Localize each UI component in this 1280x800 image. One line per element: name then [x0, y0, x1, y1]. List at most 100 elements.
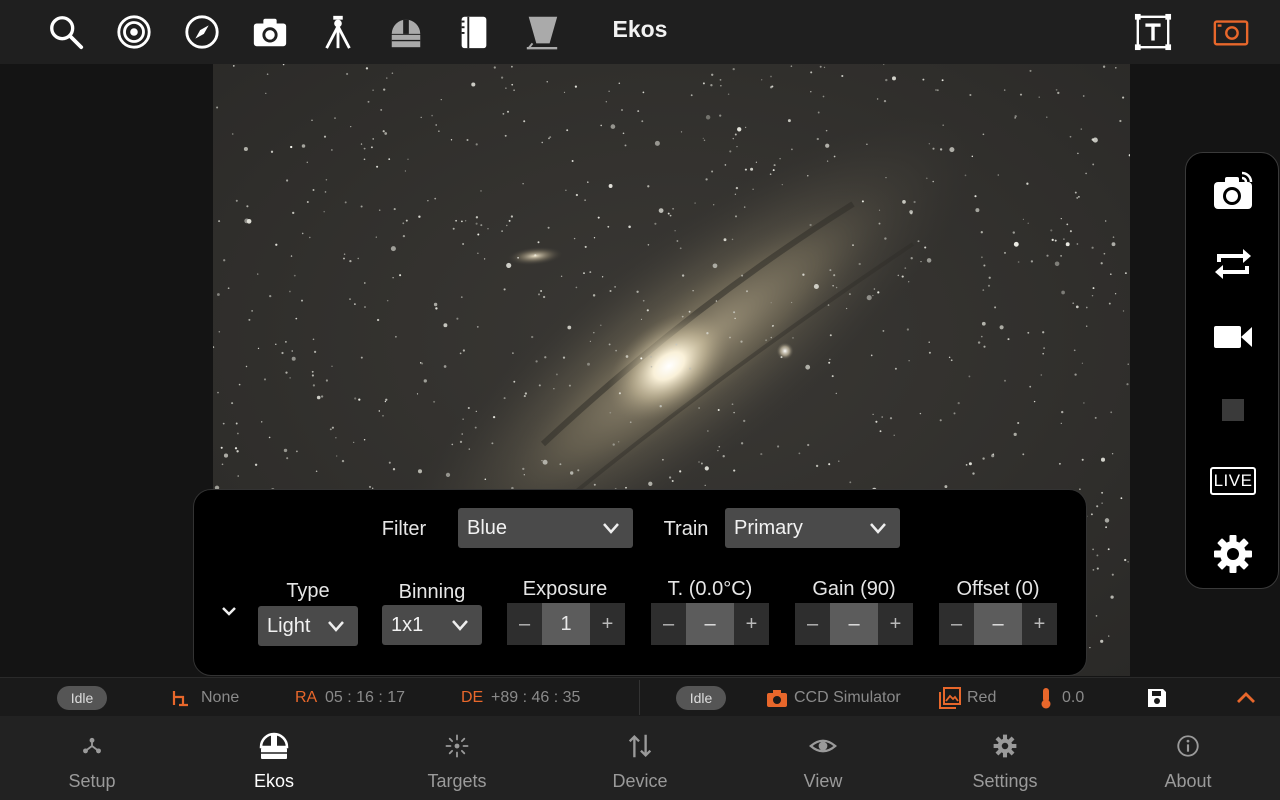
- offset-stepper: – – +: [939, 603, 1057, 645]
- type-value: Light: [267, 614, 311, 637]
- mount-status-badge: Idle: [57, 686, 107, 710]
- nav-targets[interactable]: Targets: [366, 716, 548, 800]
- gain-decrement-button[interactable]: –: [795, 603, 830, 645]
- temperature-value[interactable]: –: [686, 603, 734, 645]
- collapse-panel-button[interactable]: [216, 598, 242, 624]
- de-label: DE: [461, 689, 484, 706]
- target-icon[interactable]: [112, 10, 156, 54]
- nav-device-label: Device: [612, 771, 668, 791]
- nav-view[interactable]: View: [732, 716, 914, 800]
- filter-name: Red: [967, 689, 997, 706]
- train-select[interactable]: Primary: [725, 508, 900, 548]
- nav-setup-label: Setup: [68, 771, 116, 791]
- filter-label: Filter: [381, 518, 427, 540]
- gain-increment-button[interactable]: +: [878, 603, 913, 645]
- nav-ekos-label: Ekos: [253, 771, 295, 791]
- de-value: +89 : 46 : 35: [491, 689, 581, 706]
- notebook-icon[interactable]: [452, 10, 496, 54]
- stop-icon[interactable]: [1208, 385, 1258, 435]
- filter-value: Blue: [467, 516, 508, 539]
- filter-wheel-icon: [939, 687, 961, 709]
- temperature-label: T. (0.0°C): [667, 578, 753, 600]
- binning-select[interactable]: 1x1: [382, 605, 482, 645]
- nav-device[interactable]: Device: [549, 716, 731, 800]
- offset-decrement-button[interactable]: –: [939, 603, 974, 645]
- ra-value: 05 : 16 : 17: [325, 689, 406, 706]
- capture-toolbar: LIVE: [1185, 152, 1279, 589]
- binning-label: Binning: [398, 581, 466, 603]
- camera-icon: [767, 690, 787, 707]
- search-icon[interactable]: [44, 10, 88, 54]
- temperature-stepper: – – +: [651, 603, 769, 645]
- nav-ekos[interactable]: Ekos: [183, 716, 365, 800]
- gear-icon: [993, 734, 1017, 758]
- loop-icon[interactable]: [1208, 239, 1258, 289]
- nav-about-label: About: [1164, 771, 1212, 791]
- compass-icon[interactable]: [180, 10, 224, 54]
- temperature-value: 0.0: [1062, 689, 1085, 706]
- offset-increment-button[interactable]: +: [1022, 603, 1057, 645]
- chevron-down-icon: [870, 523, 886, 534]
- chevron-down-icon: [328, 621, 344, 632]
- ra-label: RA: [295, 689, 318, 706]
- nav-about[interactable]: About: [1097, 716, 1279, 800]
- filter-select[interactable]: Blue: [458, 508, 633, 548]
- nav-setup[interactable]: Setup: [1, 716, 183, 800]
- setup-icon: [83, 737, 101, 754]
- camera-name: CCD Simulator: [794, 689, 901, 706]
- gain-stepper: – – +: [795, 603, 913, 645]
- settings-icon[interactable]: [1208, 529, 1258, 579]
- binning-value: 1x1: [391, 613, 424, 636]
- camera-status-badge: Idle: [676, 686, 726, 710]
- chevron-down-icon: [222, 607, 236, 616]
- live-icon[interactable]: LIVE: [1208, 456, 1258, 506]
- dome-icon[interactable]: [384, 10, 428, 54]
- camera-icon[interactable]: [248, 10, 292, 54]
- exposure-increment-button[interactable]: +: [590, 603, 625, 645]
- save-icon[interactable]: [1146, 687, 1168, 709]
- dome-icon: [259, 732, 289, 759]
- status-bar: Idle None RA 05 : 16 : 17 DE +89 : 46 : …: [0, 677, 1280, 716]
- thermometer-icon: [1041, 688, 1051, 709]
- ekos-app: Ekos LIVE Filter Blue Train Primary Type…: [0, 0, 1280, 800]
- transfer-icon: [628, 734, 652, 758]
- targets-icon: [445, 734, 469, 758]
- page-title: Ekos: [612, 16, 668, 42]
- nav-view-label: View: [803, 771, 843, 791]
- exposure-decrement-button[interactable]: –: [507, 603, 542, 645]
- capture-settings-panel: Filter Blue Train Primary Type Light Bin…: [193, 489, 1087, 676]
- text-box-icon[interactable]: [1131, 10, 1175, 54]
- nav-targets-label: Targets: [427, 771, 487, 791]
- exposure-value[interactable]: 1: [542, 603, 590, 645]
- offset-label: Offset (0): [956, 578, 1040, 600]
- type-select[interactable]: Light: [258, 606, 358, 646]
- temperature-increment-button[interactable]: +: [734, 603, 769, 645]
- camera-frame-icon[interactable]: [1209, 10, 1253, 54]
- gain-value[interactable]: –: [830, 603, 878, 645]
- chevron-down-icon: [603, 523, 619, 534]
- exposure-stepper: – 1 +: [507, 603, 625, 645]
- video-icon[interactable]: [1208, 312, 1258, 362]
- live-button: LIVE: [1210, 467, 1256, 495]
- tripod-icon[interactable]: [316, 10, 360, 54]
- type-label: Type: [286, 580, 330, 602]
- status-divider: [639, 680, 640, 715]
- offset-value[interactable]: –: [974, 603, 1022, 645]
- chevron-up-icon[interactable]: [1235, 687, 1257, 709]
- pier-side-icon: [172, 691, 188, 707]
- info-icon: [1177, 735, 1199, 757]
- pier-side-value: None: [201, 689, 240, 706]
- flat-panel-icon[interactable]: [520, 10, 564, 54]
- bottom-navigation: Setup Ekos Targets Device View Settings …: [0, 716, 1280, 800]
- train-value: Primary: [734, 516, 803, 539]
- chevron-down-icon: [452, 620, 468, 631]
- train-label: Train: [663, 518, 709, 540]
- temperature-decrement-button[interactable]: –: [651, 603, 686, 645]
- capture-icon[interactable]: [1208, 166, 1258, 216]
- nav-settings-label: Settings: [972, 771, 1038, 791]
- eye-icon: [809, 739, 837, 753]
- nav-settings[interactable]: Settings: [914, 716, 1096, 800]
- top-toolbar: Ekos: [0, 0, 1280, 64]
- exposure-label: Exposure: [522, 578, 608, 600]
- gain-label: Gain (90): [812, 578, 896, 600]
